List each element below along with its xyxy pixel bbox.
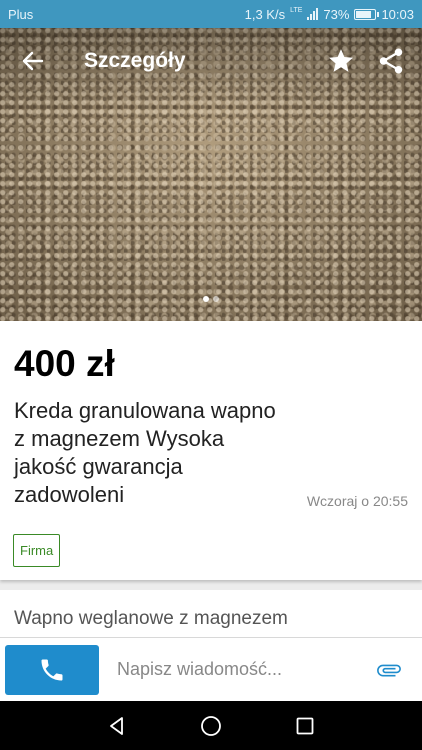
seller-type-badge: Firma <box>13 534 61 567</box>
page-title: Szczegóły <box>84 49 186 72</box>
star-icon <box>328 49 354 72</box>
share-icon <box>379 48 403 74</box>
signal-icon <box>307 8 319 20</box>
contact-bar <box>0 637 422 701</box>
triangle-back-icon <box>110 716 123 735</box>
battery-icon <box>354 8 380 20</box>
ad-title: Kreda granulowana wapno z magnezem Wysok… <box>14 398 276 507</box>
battery-percent: 73% <box>323 6 350 22</box>
arrow-left-icon <box>22 51 44 71</box>
carrier-name: Plus <box>8 6 34 22</box>
call-button[interactable] <box>5 644 99 695</box>
description-heading: Wapno weglanowe z magnezem <box>14 608 288 629</box>
gallery-pager <box>0 296 422 302</box>
message-input[interactable] <box>117 659 364 680</box>
ad-details-card: 400 zł Kreda granulowana wapno z magneze… <box>0 321 422 580</box>
phone-icon <box>41 659 63 680</box>
nav-home-button[interactable] <box>191 706 231 746</box>
ad-price: 400 zł <box>14 343 115 384</box>
toolbar: Szczegóły <box>0 28 422 94</box>
paperclip-icon <box>377 664 401 676</box>
pager-dot-active <box>203 296 209 302</box>
clock: 10:03 <box>381 6 414 22</box>
attach-button[interactable] <box>364 645 414 695</box>
network-type: LTE <box>290 6 303 14</box>
network-speed: 1,3 K/s <box>244 6 286 22</box>
ad-date: Wczoraj o 20:55 <box>306 493 408 509</box>
pager-dot <box>213 296 219 302</box>
back-button[interactable] <box>0 28 66 94</box>
system-nav-bar <box>0 701 422 750</box>
circle-home-icon <box>201 715 221 736</box>
share-button[interactable] <box>366 28 416 94</box>
nav-back-button[interactable] <box>97 706 137 746</box>
square-recents-icon <box>296 717 314 734</box>
status-bar: Plus 1,3 K/s LTE 73% 10:03 <box>0 0 422 28</box>
nav-recents-button[interactable] <box>285 706 325 746</box>
favorite-button[interactable] <box>316 28 366 94</box>
